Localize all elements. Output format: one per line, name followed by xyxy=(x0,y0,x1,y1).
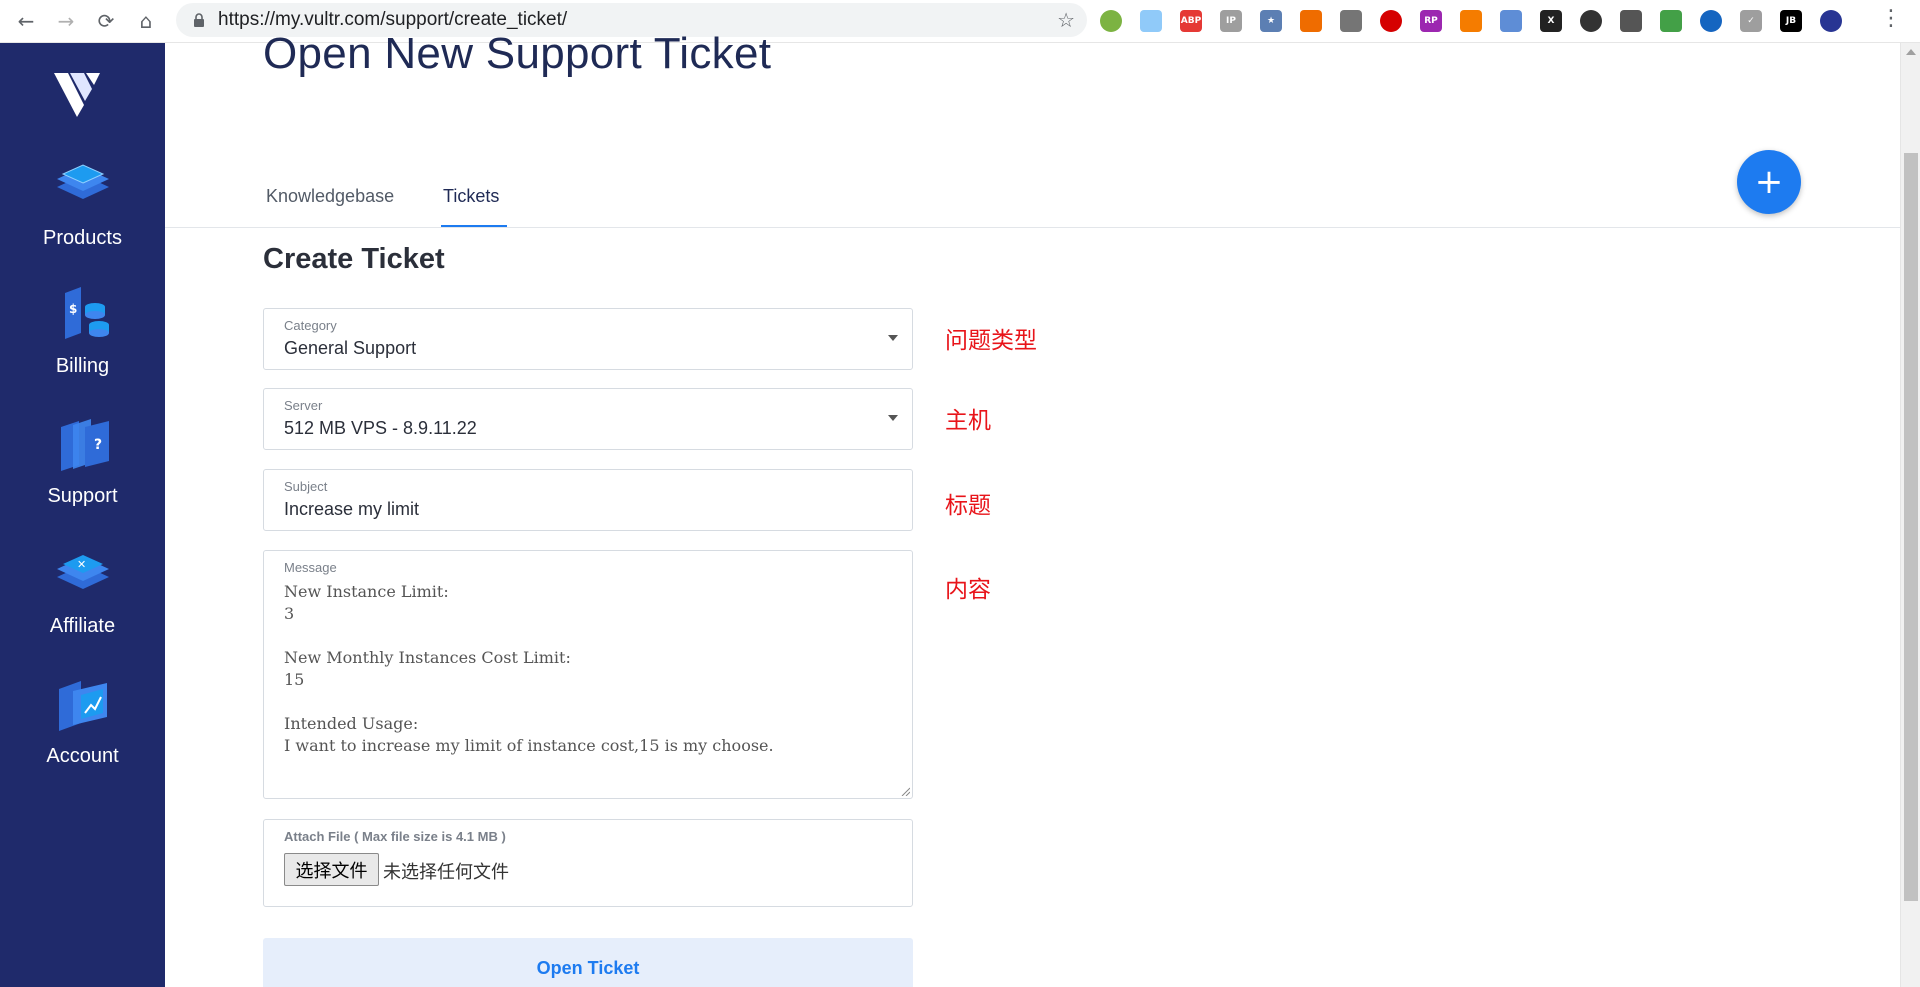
sidebar: Products $ Billing ? Support ✕ Affiliate… xyxy=(0,43,165,987)
jb-ext-icon[interactable]: JB xyxy=(1780,10,1802,32)
tab-bar: Knowledgebase Tickets xyxy=(165,138,1900,228)
tab-tickets[interactable]: Tickets xyxy=(443,186,499,207)
sidebar-item-label: Account xyxy=(46,745,119,767)
adblock-plus-ext-icon[interactable]: ABP xyxy=(1180,10,1202,32)
vultr-logo[interactable] xyxy=(50,63,110,123)
weibo-ext-icon[interactable] xyxy=(1460,10,1482,32)
browser-menu-icon[interactable]: ⋮ xyxy=(1880,6,1902,31)
message-textarea[interactable]: Message New Instance Limit: 3 New Monthl… xyxy=(263,550,913,799)
tab-knowledgebase[interactable]: Knowledgebase xyxy=(266,186,394,207)
annotation-message: 内容 xyxy=(945,577,991,603)
home-icon[interactable]: ⌂ xyxy=(126,1,166,41)
sidebar-item-products[interactable]: Products xyxy=(0,155,165,275)
svg-text:✕: ✕ xyxy=(77,558,86,571)
add-ticket-plus-button[interactable]: + xyxy=(1737,150,1801,214)
sidebar-item-label: Billing xyxy=(55,355,110,377)
page-scrollbar[interactable] xyxy=(1900,43,1920,987)
category-select[interactable]: Category General Support xyxy=(263,308,913,370)
products-stack-icon xyxy=(56,164,109,199)
affiliate-icon: ✕ xyxy=(56,555,109,589)
annotation-server: 主机 xyxy=(945,408,991,434)
forward-arrow-icon[interactable]: → xyxy=(46,1,86,41)
open-ticket-button[interactable]: Open Ticket xyxy=(263,938,913,987)
blue-oval-ext-icon[interactable] xyxy=(1500,10,1522,32)
subject-label: Subject xyxy=(284,479,328,494)
cat-ext-icon[interactable] xyxy=(1620,10,1642,32)
account-icon xyxy=(58,681,107,731)
x-box-ext-icon[interactable]: X xyxy=(1540,10,1562,32)
url-text[interactable]: https://my.vultr.com/support/create_tick… xyxy=(218,9,567,31)
globe-ext-icon[interactable] xyxy=(1700,10,1722,32)
server-select[interactable]: Server 512 MB VPS - 8.9.11.22 xyxy=(263,388,913,450)
category-label: Category xyxy=(284,318,337,333)
plus-icon: + xyxy=(1754,162,1784,202)
green-circle-ext-icon[interactable] xyxy=(1100,10,1122,32)
back-arrow-icon[interactable]: ← xyxy=(6,1,46,41)
dropdown-caret-icon xyxy=(888,415,898,421)
red-circle-ext-icon[interactable] xyxy=(1380,10,1402,32)
scroll-up-arrow-icon[interactable] xyxy=(1906,49,1916,55)
attach-file-field: Attach File ( Max file size is 4.1 MB ) … xyxy=(263,819,913,907)
svg-text:$: $ xyxy=(69,302,77,316)
attach-label: Attach File ( Max file size is 4.1 MB ) xyxy=(284,829,506,844)
subject-field[interactable]: Subject Increase my limit xyxy=(263,469,913,531)
dropdown-caret-icon xyxy=(888,335,898,341)
sidebar-item-billing[interactable]: $ Billing xyxy=(0,283,165,403)
subject-value[interactable]: Increase my limit xyxy=(284,499,419,520)
no-file-text: 未选择任何文件 xyxy=(383,862,509,883)
cloud-ext-icon[interactable] xyxy=(1140,10,1162,32)
green-b-ext-icon[interactable] xyxy=(1660,10,1682,32)
fox-ext-icon[interactable] xyxy=(1300,10,1322,32)
ip-ext-icon[interactable]: IP xyxy=(1220,10,1242,32)
active-tab-indicator xyxy=(441,225,507,227)
scroll-thumb[interactable] xyxy=(1904,153,1918,901)
bookmark-star-icon[interactable]: ☆ xyxy=(1057,8,1075,32)
page-title: Open New Support Ticket xyxy=(263,29,772,78)
svg-text:?: ? xyxy=(94,437,102,453)
server-label: Server xyxy=(284,398,323,413)
message-text[interactable]: New Instance Limit: 3 New Monthly Instan… xyxy=(284,581,774,757)
aperture-ext-icon[interactable] xyxy=(1580,10,1602,32)
parachute-ext-icon[interactable] xyxy=(1340,10,1362,32)
reload-icon[interactable]: ⟳ xyxy=(86,1,126,41)
star-box-ext-icon[interactable]: ★ xyxy=(1260,10,1282,32)
sidebar-item-account[interactable]: Account xyxy=(0,673,165,793)
support-icon: ? xyxy=(60,419,109,471)
lock-icon xyxy=(192,13,206,27)
billing-icon: $ xyxy=(64,287,109,339)
sidebar-item-support[interactable]: ? Support xyxy=(0,413,165,533)
message-label: Message xyxy=(284,560,337,575)
resize-handle-icon[interactable] xyxy=(900,786,910,796)
rp-ext-icon[interactable]: RP xyxy=(1420,10,1442,32)
check-ext-icon[interactable]: ✓ xyxy=(1740,10,1762,32)
sidebar-item-label: Affiliate xyxy=(49,615,116,637)
profile-avatar-icon[interactable] xyxy=(1820,10,1842,32)
sidebar-item-affiliate[interactable]: ✕ Affiliate xyxy=(0,543,165,663)
main-content: Open New Support Ticket Knowledgebase Ti… xyxy=(165,29,1900,987)
form-title: Create Ticket xyxy=(263,243,445,275)
category-value: General Support xyxy=(284,338,417,358)
server-value: 512 MB VPS - 8.9.11.22 xyxy=(284,418,477,438)
sidebar-item-label: Support xyxy=(47,485,118,507)
annotation-category: 问题类型 xyxy=(945,328,1037,354)
extensions-bar: ABP IP ★ RP X ✓ JB xyxy=(1100,6,1860,36)
sidebar-item-label: Products xyxy=(43,227,122,249)
annotation-subject: 标题 xyxy=(945,493,991,519)
choose-file-button[interactable]: 选择文件 xyxy=(284,853,379,886)
